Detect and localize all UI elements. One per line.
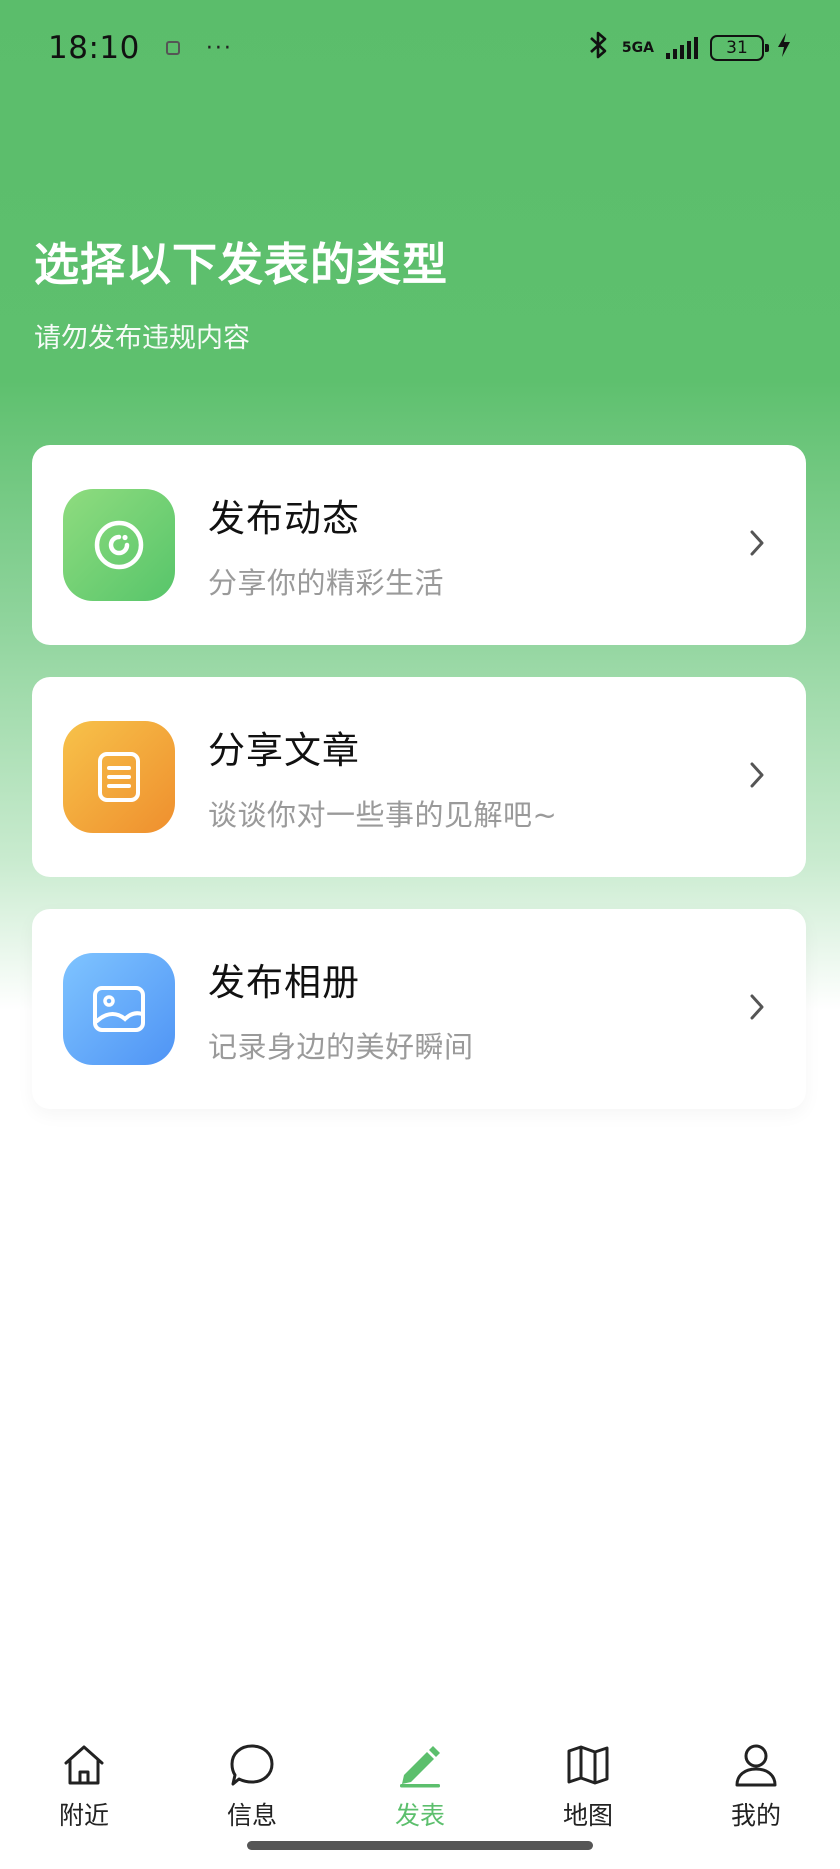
status-icons: 5GA 31: [588, 30, 792, 67]
chevron-right-icon: [748, 760, 766, 794]
share-article-card[interactable]: 分享文章 谈谈你对一些事的见解吧~: [32, 677, 806, 877]
post-moment-card[interactable]: 发布动态 分享你的精彩生活: [32, 445, 806, 645]
option-description: 谈谈你对一些事的见解吧~: [208, 798, 558, 832]
signal-icon: [666, 37, 698, 59]
moment-icon: [63, 489, 175, 601]
edit-icon: [396, 1742, 444, 1792]
option-title: 发布相册: [208, 961, 360, 1004]
tab-nearby[interactable]: 附近: [0, 1726, 168, 1869]
page-subtitle: 请勿发布违规内容: [34, 323, 250, 354]
option-description: 记录身边的美好瞬间: [208, 1030, 474, 1064]
chevron-right-icon: [748, 992, 766, 1026]
page-title: 选择以下发表的类型: [34, 238, 449, 291]
message-icon: [228, 1742, 276, 1792]
option-title: 发布动态: [208, 497, 360, 540]
map-icon: [564, 1742, 612, 1792]
more-notifications-indicator: ···: [205, 35, 233, 61]
status-bar: 18:10 ··· 5GA 31: [0, 0, 840, 96]
battery-level: 31: [726, 38, 748, 58]
album-icon: [63, 953, 175, 1065]
tab-label: 发表: [394, 1801, 445, 1830]
status-time: 18:10: [48, 30, 140, 66]
notification-icon: [165, 41, 180, 55]
article-icon: [63, 721, 175, 833]
post-album-card[interactable]: 发布相册 记录身边的美好瞬间: [32, 909, 806, 1109]
network-type: 5GA: [621, 40, 654, 56]
option-description: 分享你的精彩生活: [208, 566, 445, 600]
battery-icon: 31: [710, 35, 769, 61]
option-title: 分享文章: [208, 729, 360, 772]
tab-profile[interactable]: 我的: [672, 1726, 840, 1869]
tab-label: 信息: [226, 1801, 277, 1830]
home-indicator[interactable]: [247, 1841, 593, 1850]
home-icon: [60, 1742, 108, 1792]
tab-label: 我的: [730, 1801, 781, 1830]
bluetooth-icon: [588, 30, 610, 67]
tab-label: 地图: [562, 1801, 613, 1830]
tab-label: 附近: [58, 1801, 109, 1830]
chevron-right-icon: [748, 528, 766, 562]
profile-icon: [732, 1742, 780, 1792]
charging-icon: [776, 32, 792, 64]
